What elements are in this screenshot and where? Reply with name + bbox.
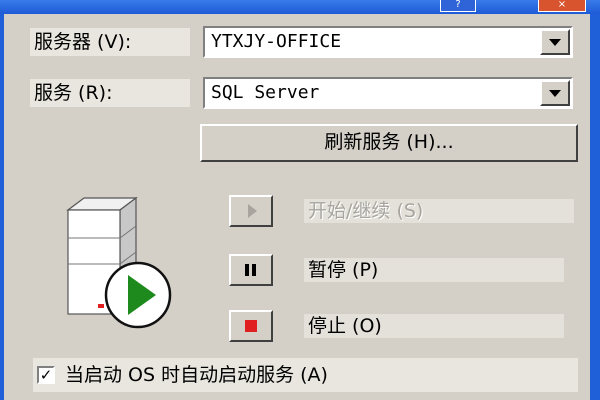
service-dropdown-arrow-icon[interactable] [540,80,570,106]
autostart-label[interactable]: 当启动 OS 时自动启动服务 (A) [65,358,328,392]
window-frame-right [590,14,600,400]
autostart-checkbox[interactable]: ✓ [37,366,55,384]
pause-label: 暂停 (P) [304,258,564,282]
autostart-row: ✓ 当启动 OS 时自动启动服务 (A) [33,358,578,392]
service-combo[interactable]: SQL Server [203,77,573,109]
pause-icon [245,264,256,276]
help-title-button[interactable]: ? [440,0,476,12]
play-icon [248,204,257,218]
service-combo-value: SQL Server [211,82,320,103]
pause-button[interactable] [229,254,273,286]
stop-button[interactable] [229,310,273,342]
start-continue-button[interactable] [229,195,273,227]
refresh-services-button[interactable]: 刷新服务 (H)... [200,124,578,162]
server-combo-value: YTXJY-OFFICE [211,31,342,52]
server-label: 服务器 (V): [30,28,190,56]
server-dropdown-arrow-icon[interactable] [540,29,570,55]
stop-label: 停止 (O) [304,314,564,338]
stop-icon [245,320,257,332]
close-title-button[interactable]: × [538,0,586,12]
start-continue-label: 开始/继续 (S) [304,199,574,223]
service-label: 服务 (R): [30,79,190,107]
server-tower-icon [66,196,172,329]
server-combo[interactable]: YTXJY-OFFICE [203,26,573,58]
title-bar: ? × [0,0,600,14]
window-frame-left [0,14,4,400]
